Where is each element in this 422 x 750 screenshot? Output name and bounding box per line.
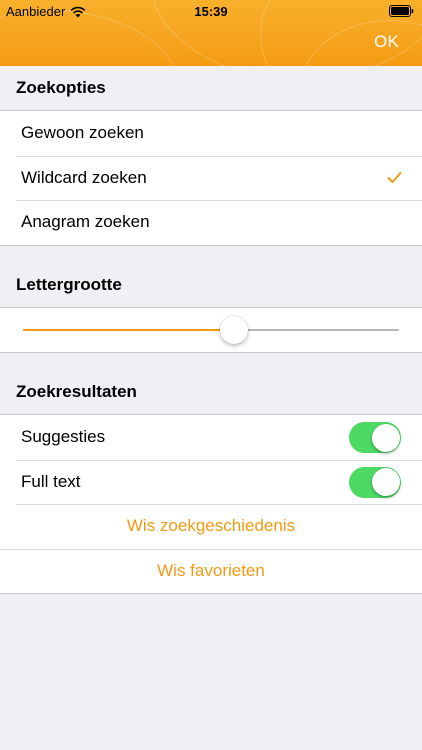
slider-knob[interactable] (219, 316, 248, 344)
clear-history-button[interactable]: Wis zoekgeschiedenis (0, 504, 422, 549)
search-option-normal[interactable]: Gewoon zoeken (0, 111, 422, 156)
ok-button[interactable]: OK (374, 32, 399, 52)
search-option-label: Gewoon zoeken (21, 123, 144, 143)
results-group: Suggesties Full text Wis zoekgeschiedeni… (0, 414, 422, 594)
clear-favorites-button[interactable]: Wis favorieten (0, 548, 422, 594)
toggle-knob (371, 423, 400, 452)
section-header-results: Zoekresultaten (16, 382, 137, 401)
full-text-label: Full text (21, 471, 81, 491)
full-text-toggle[interactable] (349, 466, 401, 498)
full-text-row: Full text (0, 459, 422, 505)
search-option-wildcard[interactable]: Wildcard zoeken (0, 155, 422, 201)
section-header-search-options: Zoekopties (16, 78, 106, 97)
battery-icon (389, 5, 414, 17)
suggestions-label: Suggesties (21, 427, 106, 447)
font-size-slider[interactable] (23, 316, 399, 344)
toggle-knob (371, 468, 400, 496)
search-option-anagram[interactable]: Anagram zoeken (0, 200, 422, 245)
slider-fill (23, 329, 234, 331)
suggestions-row: Suggesties (0, 415, 422, 460)
status-bar: Aanbieder 15:39 (0, 0, 422, 22)
font-size-slider-row (0, 308, 422, 352)
section-header-font-size: Lettergrootte (16, 275, 122, 294)
suggestions-toggle[interactable] (349, 422, 401, 453)
font-size-group (0, 307, 422, 353)
status-time: 15:39 (194, 4, 228, 19)
search-option-label: Anagram zoeken (21, 212, 150, 232)
app-header: Aanbieder 15:39 OK (0, 0, 422, 66)
search-option-label: Wildcard zoeken (21, 167, 147, 187)
checkmark-icon (387, 171, 402, 183)
search-options-group: Gewoon zoeken Wildcard zoeken Anagram zo… (0, 110, 422, 246)
